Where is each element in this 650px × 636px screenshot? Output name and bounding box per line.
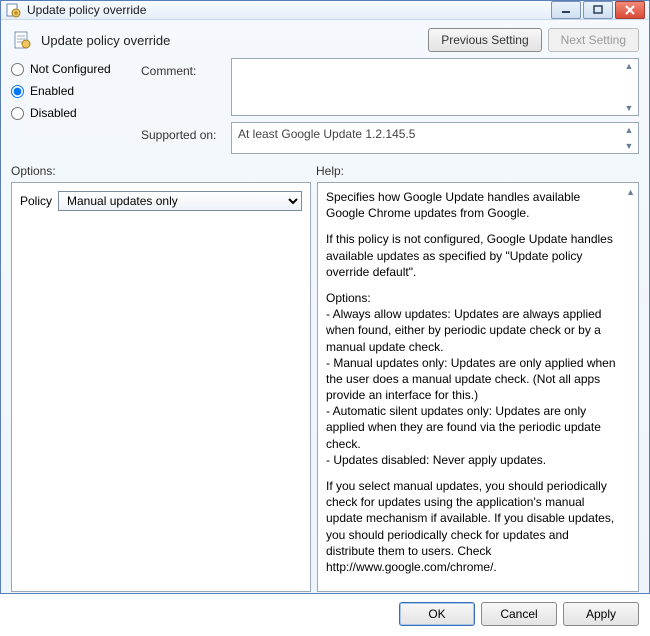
previous-setting-button[interactable]: Previous Setting bbox=[428, 28, 541, 52]
maximize-button[interactable] bbox=[583, 1, 613, 19]
window-title: Update policy override bbox=[27, 3, 146, 17]
close-button[interactable] bbox=[615, 1, 645, 19]
config-row: Not Configured Enabled Disabled Comment:… bbox=[11, 58, 639, 154]
options-heading: Options: bbox=[11, 164, 316, 178]
window-controls bbox=[549, 1, 645, 19]
radio-disabled-input[interactable] bbox=[11, 107, 24, 120]
cancel-button[interactable]: Cancel bbox=[481, 602, 557, 626]
panes: Policy Manual updates only ▲ Specifies h… bbox=[11, 182, 639, 592]
supported-scroll[interactable]: ▲▼ bbox=[622, 125, 636, 151]
help-heading: Help: bbox=[316, 164, 344, 178]
header-row: Update policy override Previous Setting … bbox=[11, 28, 639, 52]
ok-button[interactable]: OK bbox=[399, 602, 475, 626]
supported-row: Supported on: At least Google Update 1.2… bbox=[141, 122, 639, 154]
help-opt1: - Always allow updates: Updates are alwa… bbox=[326, 306, 620, 355]
radio-not-configured[interactable]: Not Configured bbox=[11, 62, 141, 76]
radio-not-configured-input[interactable] bbox=[11, 63, 24, 76]
help-p2: If this policy is not configured, Google… bbox=[326, 231, 620, 280]
radio-enabled-input[interactable] bbox=[11, 85, 24, 98]
policy-select[interactable]: Manual updates only bbox=[58, 191, 302, 211]
help-opt3: - Automatic silent updates only: Updates… bbox=[326, 403, 620, 452]
page-title: Update policy override bbox=[41, 33, 170, 48]
policy-label: Policy bbox=[20, 194, 52, 208]
help-p1: Specifies how Google Update handles avai… bbox=[326, 189, 620, 221]
help-scroll-up-icon[interactable]: ▲ bbox=[626, 187, 635, 197]
dialog-window: Update policy override bbox=[0, 0, 650, 594]
comment-label: Comment: bbox=[141, 58, 231, 78]
supported-value: At least Google Update 1.2.145.5 bbox=[238, 127, 415, 141]
help-pane: ▲ Specifies how Google Update handles av… bbox=[317, 182, 639, 592]
next-setting-button: Next Setting bbox=[548, 28, 639, 52]
radio-not-configured-label: Not Configured bbox=[30, 62, 111, 76]
apply-button[interactable]: Apply bbox=[563, 602, 639, 626]
help-opt4: - Updates disabled: Never apply updates. bbox=[326, 452, 620, 468]
panes-header: Options: Help: bbox=[11, 164, 639, 178]
comment-textbox[interactable]: ▲▼ bbox=[231, 58, 639, 116]
help-p3: If you select manual updates, you should… bbox=[326, 478, 620, 575]
radio-enabled-label: Enabled bbox=[30, 84, 74, 98]
help-text[interactable]: Specifies how Google Update handles avai… bbox=[318, 183, 638, 591]
scroll-up-icon: ▲ bbox=[622, 125, 636, 135]
help-opt2: - Manual updates only: Updates are only … bbox=[326, 355, 620, 404]
supported-textbox: At least Google Update 1.2.145.5 ▲▼ bbox=[231, 122, 639, 154]
app-icon bbox=[5, 2, 21, 18]
fields-column: Comment: ▲▼ Supported on: At least Googl… bbox=[141, 58, 639, 154]
scroll-down-icon: ▼ bbox=[622, 141, 636, 151]
scroll-up-icon: ▲ bbox=[622, 61, 636, 71]
radio-enabled[interactable]: Enabled bbox=[11, 84, 141, 98]
comment-row: Comment: ▲▼ bbox=[141, 58, 639, 116]
help-options-header: Options: bbox=[326, 290, 620, 306]
help-options-block: Options: - Always allow updates: Updates… bbox=[326, 290, 620, 468]
state-column: Not Configured Enabled Disabled bbox=[11, 58, 141, 128]
policy-row: Policy Manual updates only bbox=[20, 191, 302, 211]
comment-scroll[interactable]: ▲▼ bbox=[622, 61, 636, 113]
supported-label: Supported on: bbox=[141, 122, 231, 142]
footer: OK Cancel Apply bbox=[11, 592, 639, 626]
scroll-down-icon: ▼ bbox=[622, 103, 636, 113]
content-area: Update policy override Previous Setting … bbox=[1, 20, 649, 636]
minimize-button[interactable] bbox=[551, 1, 581, 19]
policy-icon bbox=[11, 29, 33, 51]
titlebar: Update policy override bbox=[1, 1, 649, 20]
radio-disabled[interactable]: Disabled bbox=[11, 106, 141, 120]
radio-disabled-label: Disabled bbox=[30, 106, 77, 120]
options-pane: Policy Manual updates only bbox=[11, 182, 311, 592]
